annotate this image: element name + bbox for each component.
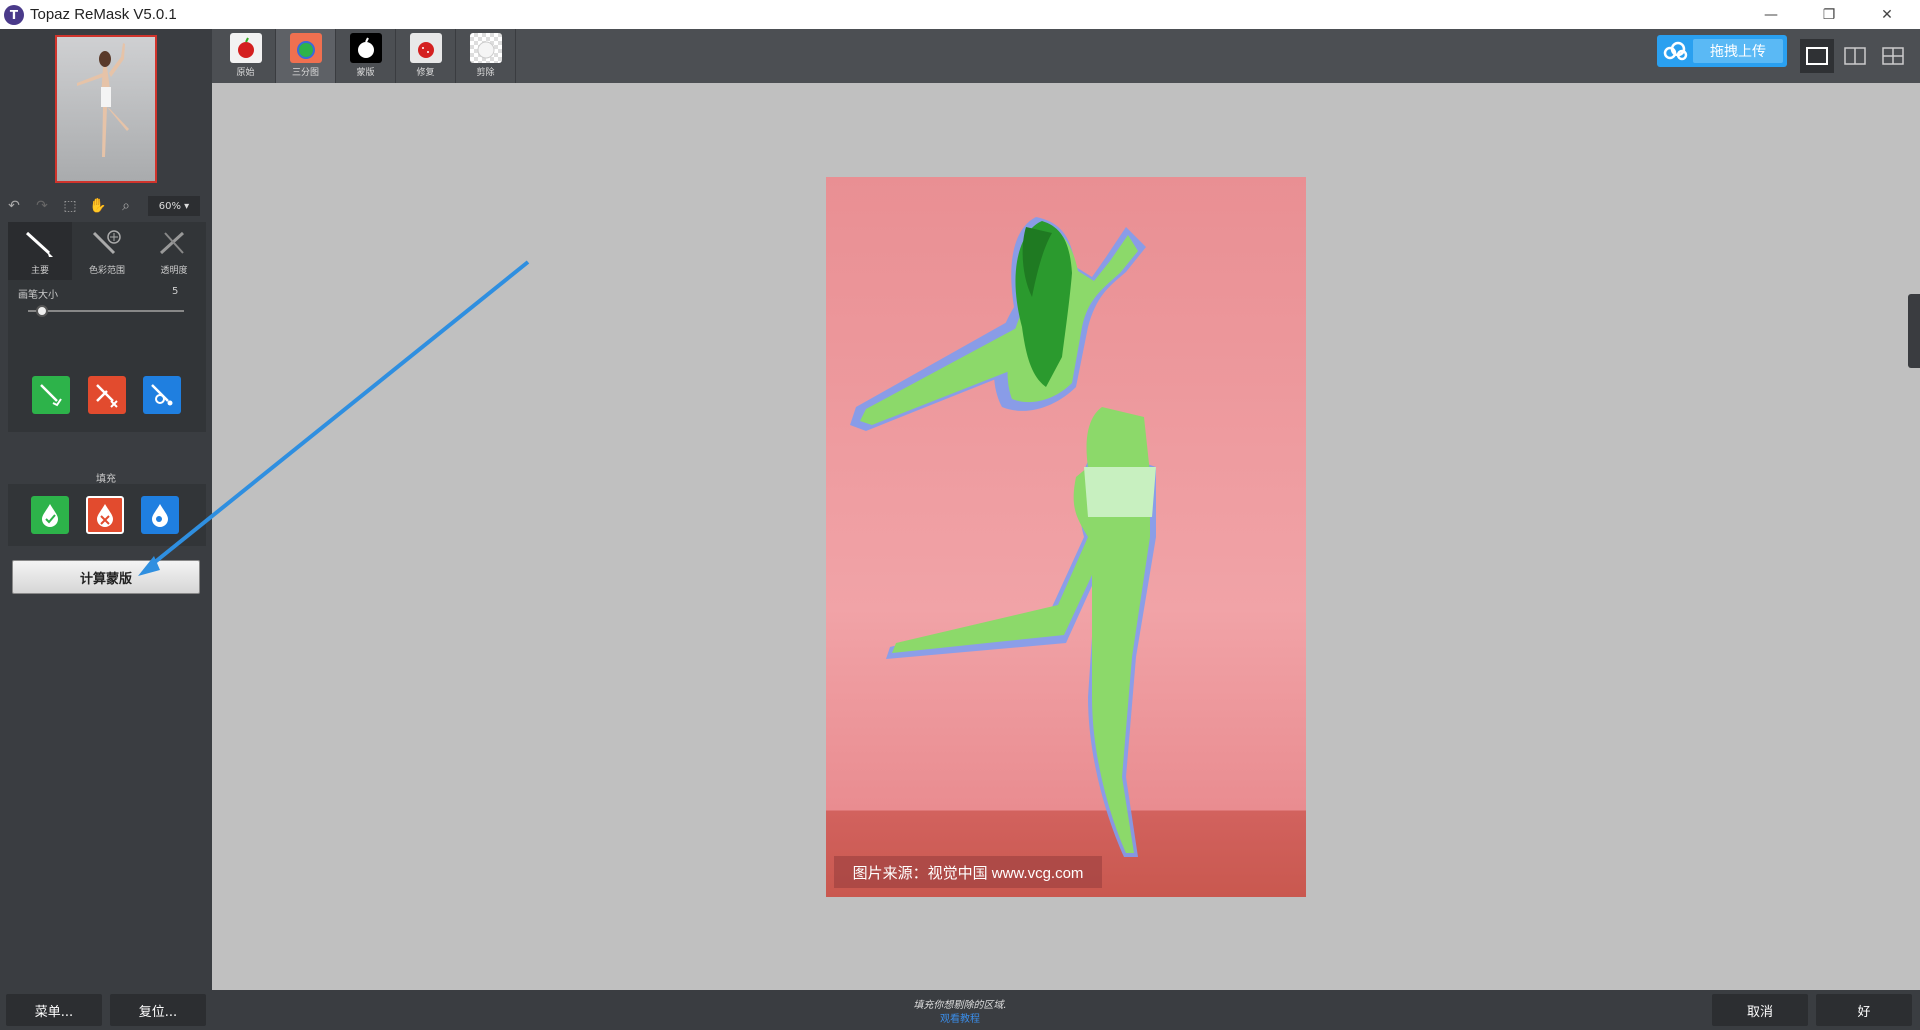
keep-fill-button[interactable] [31,496,69,534]
keep-brush-button[interactable] [32,376,70,414]
ok-button[interactable]: 好 [1816,994,1912,1026]
apple-repair-icon [409,33,442,63]
fill-section-title: 填充 [96,474,116,485]
upload-button-label: 拖拽上传 [1693,39,1783,63]
apple-mask-icon [349,33,382,63]
drop-fill-button[interactable] [86,496,124,534]
status-hint: 填充你想剔除的区域. [913,1000,1007,1011]
app-logo-icon: T [4,4,24,25]
brush-icon [25,231,53,257]
trimap-photo[interactable] [826,177,1306,897]
view-toolbar: 原始 三分图 蒙版 修复 剪除 拖拽上传 [212,29,1920,83]
tab-cutout[interactable]: 剪除 [456,29,516,83]
window-title: Topaz ReMask V5.0.1 [30,6,177,23]
redo-icon[interactable]: ↷ [28,194,56,218]
quad-view-button[interactable] [1876,39,1910,73]
color-range-brush-icon [92,230,121,255]
single-view-icon [1806,47,1828,65]
tab-repair[interactable]: 修复 [396,29,456,83]
compute-fill-button[interactable] [141,496,179,534]
zoom-magnifier-icon[interactable]: ⌕ [112,194,140,218]
bottom-bar: 菜单... 复位... 填充你想剔除的区域. 观看教程 取消 好 [0,990,1920,1030]
apple-trimap-icon [289,33,322,63]
restore-button[interactable]: ❐ [1800,0,1858,29]
drop-brush-button[interactable] [88,376,126,414]
tab-label: 三分图 [291,68,319,78]
upload-button[interactable]: 拖拽上传 [1657,35,1787,67]
compute-fill-drop-icon [152,504,168,527]
compute-brush-icon [151,384,173,406]
keep-brush-icon [40,384,62,407]
brush-tool-transparency[interactable]: 透明度 [142,222,206,280]
compute-mask-button[interactable]: 计算蒙版 [12,560,200,594]
brush-size-slider-handle[interactable] [36,305,48,317]
tab-label: 原始 [236,68,255,78]
tab-label: 剪除 [476,68,495,78]
undo-icon[interactable]: ↶ [0,194,28,218]
minimize-button[interactable]: — [1742,0,1800,29]
tab-original[interactable]: 原始 [216,29,276,83]
menu-button[interactable]: 菜单... [6,994,102,1026]
tab-label: 蒙版 [356,68,375,78]
brush-tool-main[interactable]: 主要 [8,222,72,280]
single-view-button[interactable] [1800,39,1834,73]
apple-cutout-icon [469,33,502,63]
fit-screen-icon[interactable]: ⬚ [56,194,84,218]
brush-size-slider[interactable] [28,310,184,312]
tutorial-link[interactable]: 观看教程 [860,1010,1060,1025]
tab-mask[interactable]: 蒙版 [336,29,396,83]
apple-original-icon [229,33,262,63]
brush-size-value: 5 [172,286,179,297]
cloud-upload-icon [1657,35,1693,67]
dancer-mask-overlay [850,217,1156,857]
reset-button[interactable]: 复位... [110,994,206,1026]
hand-pan-icon[interactable]: ✋ [84,194,112,218]
image-credit-watermark: 图片来源：视觉中国 www.vcg.com [834,856,1102,888]
quad-view-icon [1882,47,1904,65]
brush-tool-label: 色彩范围 [88,266,125,276]
navigation-toolbar: ↶ ↷ ⬚ ✋ ⌕ 60% ▾ [0,192,212,220]
drop-brush-icon [96,384,118,408]
brush-size-label: 画笔大小 [18,290,58,301]
navigator-thumbnail[interactable] [55,35,157,183]
close-button[interactable]: ✕ [1858,0,1916,29]
brush-tool-label: 主要 [30,266,49,276]
tab-label: 修复 [416,68,435,78]
transparency-brush-icon [159,231,185,255]
split-view-button[interactable] [1838,39,1872,73]
side-panel-handle[interactable] [1908,294,1920,368]
title-bar: T Topaz ReMask V5.0.1 — ❐ ✕ [0,0,1920,29]
keep-fill-drop-icon [42,504,58,527]
brush-tool-color-range[interactable]: 色彩范围 [75,222,139,280]
zoom-dropdown[interactable]: 60% ▾ [148,196,200,216]
tab-trimap[interactable]: 三分图 [276,29,336,83]
split-view-icon [1844,47,1866,65]
brush-tool-label: 透明度 [160,266,188,276]
cancel-button[interactable]: 取消 [1712,994,1808,1026]
drop-fill-drop-icon [97,504,113,527]
compute-brush-button[interactable] [143,376,181,414]
thumbnail-figure [77,43,129,157]
